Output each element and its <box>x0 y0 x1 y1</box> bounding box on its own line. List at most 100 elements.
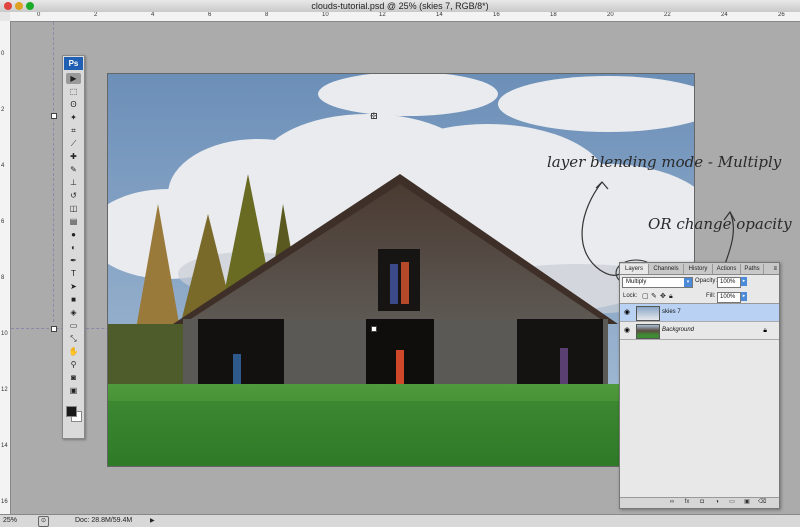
layer-thumbnail <box>636 324 660 339</box>
path-selection-tool-icon[interactable]: ➤ <box>66 281 81 292</box>
group-icon[interactable]: ▭ <box>728 499 736 506</box>
ruler-tick-label: 2 <box>94 12 98 18</box>
ruler-tick-label: 6 <box>1 219 5 225</box>
ruler-tick-label: 20 <box>607 12 614 18</box>
layers-panel: Layers Channels History Actions Paths ≡ … <box>619 262 780 509</box>
ruler-tick-label: 4 <box>151 12 155 18</box>
layer-name: Background <box>662 327 695 333</box>
eye-icon[interactable]: ◉ <box>622 308 632 317</box>
tab-actions[interactable]: Actions <box>713 264 741 274</box>
clone-stamp-tool-icon[interactable]: ⊥ <box>66 177 81 188</box>
brush-tool-icon[interactable]: ✎ <box>66 164 81 175</box>
ruler-tick-label: 18 <box>550 12 557 18</box>
magic-wand-tool-icon[interactable]: ✦ <box>66 112 81 123</box>
ruler-tick-label: 10 <box>322 12 329 18</box>
note-tool-icon[interactable]: ▭ <box>66 320 81 331</box>
zoom-tool-icon[interactable]: ⚲ <box>66 359 81 370</box>
opacity-label: Opacity: <box>695 278 718 284</box>
new-layer-icon[interactable]: ▣ <box>743 499 751 506</box>
transform-handle[interactable] <box>51 113 57 119</box>
history-brush-tool-icon[interactable]: ↺ <box>66 190 81 201</box>
tools-panel: Ps ▶ ⬚ ʘ ✦ ⌗ ⟋ ✚ ✎ ⊥ ↺ ◫ ▤ ● ◐ ✒ T ➤ ■ ◈ ▭ ⤡ ✋ ⚲ ◙ ▣ <box>62 55 85 439</box>
screen-mode-tool-icon[interactable]: ▣ <box>66 385 81 396</box>
ruler-tick-label: 16 <box>493 12 500 18</box>
vertical-ruler[interactable]: 0 2 4 6 8 10 12 14 16 <box>0 21 11 514</box>
ruler-tick-label: 2 <box>1 107 5 113</box>
ruler-tick-label: 6 <box>208 12 212 18</box>
crop-tool-icon[interactable]: ⌗ <box>66 125 81 136</box>
document-size: Doc: 28.8M/59.4M <box>75 517 133 524</box>
status-menu-icon[interactable]: ⊙ <box>38 516 49 527</box>
pen-tool-icon[interactable]: ✒ <box>66 255 81 266</box>
quick-mask-tool-icon[interactable]: ◙ <box>66 372 81 383</box>
layers-panel-tabs: Layers Channels History Actions Paths ≡ <box>620 263 779 275</box>
ruler-tick-label: 16 <box>1 499 8 505</box>
fill-slider-icon[interactable]: ▸ <box>741 292 747 301</box>
lock-icon: 🔒︎ <box>763 327 767 334</box>
tab-history[interactable]: History <box>684 264 713 274</box>
zoom-level[interactable]: 25% <box>3 515 17 527</box>
transform-handle[interactable] <box>51 326 57 332</box>
lock-transparency-icon[interactable]: ▢ <box>642 292 649 301</box>
fx-icon[interactable]: fx <box>683 499 691 506</box>
crosshair-icon: ✛ <box>370 111 378 121</box>
eyedropper-tool-icon[interactable]: ⟋ <box>66 138 81 149</box>
hand-tool-icon[interactable]: ✋ <box>66 346 81 357</box>
tab-channels[interactable]: Channels <box>649 264 684 274</box>
healing-tool-icon[interactable]: ✚ <box>66 151 81 162</box>
move-tool-icon[interactable]: ▶ <box>66 73 81 84</box>
lasso-tool-icon[interactable]: ʘ <box>66 99 81 110</box>
foreground-color-swatch[interactable] <box>66 406 77 417</box>
ruler-tick-label: 4 <box>1 163 5 169</box>
tab-layers[interactable]: Layers <box>620 264 649 274</box>
ruler-tick-label: 8 <box>1 275 5 281</box>
transform-handle[interactable] <box>371 326 377 332</box>
mask-icon[interactable]: ◘ <box>698 499 706 506</box>
ruler-tick-label: 12 <box>1 387 8 393</box>
ruler-tick-label: 0 <box>1 51 5 57</box>
ruler-tick-label: 8 <box>265 12 269 18</box>
lock-all-icon[interactable]: 🔒︎ <box>669 292 673 301</box>
ruler-tick-label: 12 <box>379 12 386 18</box>
opacity-input[interactable]: 100% <box>717 277 741 288</box>
layers-panel-footer: ∞ fx ◘ ◑ ▭ ▣ ⌫ <box>620 497 779 508</box>
panel-menu-icon[interactable]: ≡ <box>773 264 777 274</box>
window-title: clouds-tutorial.psd @ 25% (skies 7, RGB/… <box>311 1 489 11</box>
adjustment-icon[interactable]: ◑ <box>713 499 721 506</box>
lock-image-icon[interactable]: ✎ <box>651 292 657 301</box>
horizontal-ruler[interactable]: 0 2 4 6 8 10 12 14 16 18 20 22 24 26 <box>10 12 800 22</box>
eyedropper2-tool-icon[interactable]: ⤡ <box>66 333 81 344</box>
status-arrow-icon[interactable]: ▶ <box>150 515 155 527</box>
annotation-blend-mode: layer blending mode - Multiply <box>547 153 782 171</box>
eraser-tool-icon[interactable]: ◫ <box>66 203 81 214</box>
type-tool-icon[interactable]: T <box>66 268 81 279</box>
marquee-tool-icon[interactable]: ⬚ <box>66 86 81 97</box>
lock-label: Lock: <box>623 293 638 299</box>
ruler-tick-label: 22 <box>664 12 671 18</box>
layer-row-skies[interactable]: ◉ skies 7 <box>620 304 779 322</box>
link-icon[interactable]: ∞ <box>668 499 676 506</box>
blend-mode-value: Multiply <box>626 279 647 285</box>
vertical-guide[interactable] <box>53 22 54 322</box>
3d-rotate-tool-icon[interactable]: ◈ <box>66 307 81 318</box>
photoshop-logo: Ps <box>64 57 83 70</box>
fill-label: Fill: <box>706 293 716 299</box>
fill-input[interactable]: 100% <box>717 292 741 303</box>
blend-row: Multiply ▾ Opacity: 100% ▸ <box>620 275 779 289</box>
blur-tool-icon[interactable]: ● <box>66 229 81 240</box>
ruler-tick-label: 24 <box>721 12 728 18</box>
blend-mode-select[interactable]: Multiply ▾ <box>622 277 693 288</box>
trash-icon[interactable]: ⌫ <box>758 499 766 506</box>
shape-tool-icon[interactable]: ■ <box>66 294 81 305</box>
ruler-tick-label: 14 <box>1 443 8 449</box>
lock-position-icon[interactable]: ✥ <box>660 292 666 301</box>
gradient-tool-icon[interactable]: ▤ <box>66 216 81 227</box>
opacity-slider-icon[interactable]: ▸ <box>741 277 747 286</box>
ruler-tick-label: 26 <box>778 12 785 18</box>
status-bar: 25% ⊙ Doc: 28.8M/59.4M ▶ <box>0 514 800 527</box>
ruler-tick-label: 0 <box>37 12 41 18</box>
layer-row-background[interactable]: ◉ Background 🔒︎ <box>620 322 779 340</box>
eye-icon[interactable]: ◉ <box>622 326 632 335</box>
dodge-tool-icon[interactable]: ◐ <box>66 242 81 253</box>
tab-paths[interactable]: Paths <box>741 264 764 274</box>
